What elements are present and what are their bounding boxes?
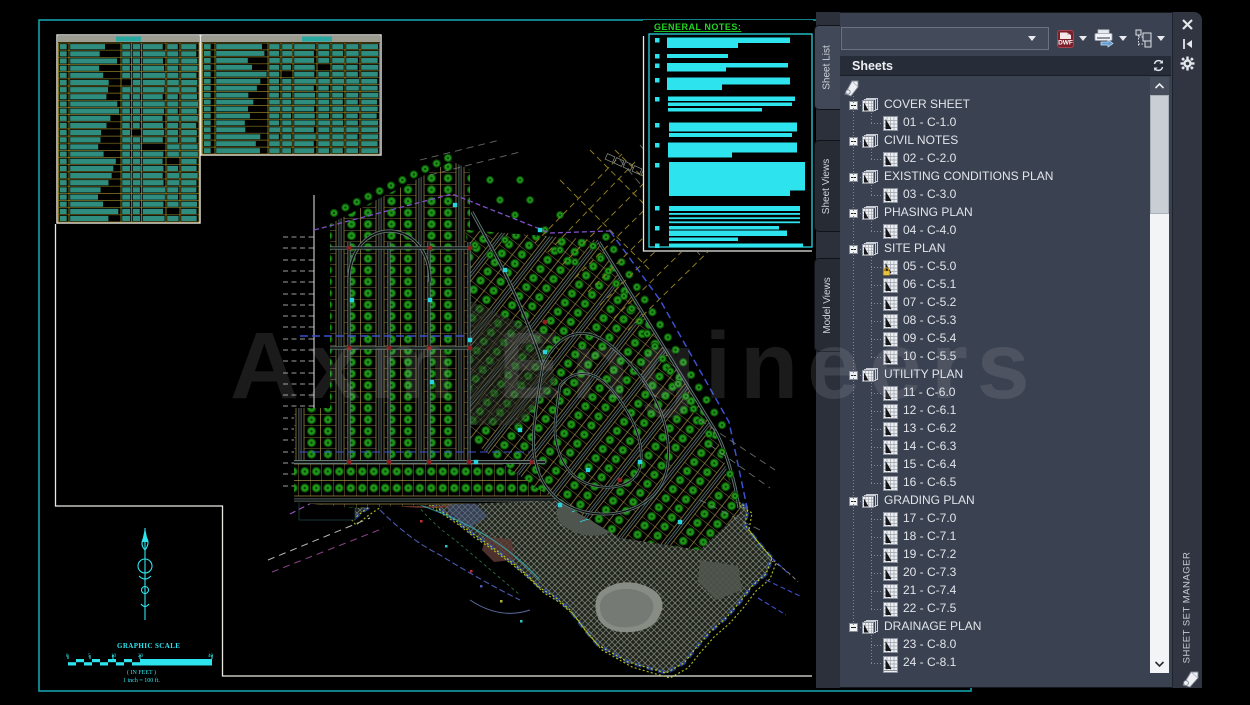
svg-text:GRAPHIC SCALE: GRAPHIC SCALE bbox=[117, 642, 180, 650]
svg-text:20: 20 bbox=[138, 654, 144, 659]
svg-text:5: 5 bbox=[88, 654, 91, 659]
svg-text:0: 0 bbox=[66, 654, 69, 659]
svg-text:40: 40 bbox=[208, 654, 214, 659]
svg-text:DWF: DWF bbox=[1058, 40, 1073, 47]
svg-text:GENERAL NOTES:: GENERAL NOTES: bbox=[654, 22, 741, 32]
svg-text:1 inch = 100 ft.: 1 inch = 100 ft. bbox=[123, 677, 160, 684]
svg-text:( IN FEET ): ( IN FEET ) bbox=[127, 669, 156, 676]
svg-text:10: 10 bbox=[111, 654, 117, 659]
